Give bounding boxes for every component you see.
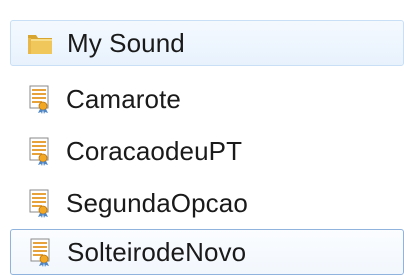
list-item-my-sound[interactable]: My Sound bbox=[10, 20, 404, 66]
item-label: CoracaodeuPT bbox=[66, 135, 243, 166]
list-item-segundaopcao[interactable]: SegundaOpcao bbox=[10, 180, 404, 226]
item-label: SolteirodeNovo bbox=[67, 236, 247, 267]
media-file-icon bbox=[29, 85, 49, 114]
file-list: My Sound Camarote CoracaodeuPT SegundaOp… bbox=[0, 0, 404, 275]
item-label: SegundaOpcao bbox=[66, 187, 248, 218]
item-label: My Sound bbox=[67, 27, 185, 58]
list-item-coracaodeupt[interactable]: CoracaodeuPT bbox=[10, 128, 404, 174]
list-item-camarote[interactable]: Camarote bbox=[10, 76, 404, 122]
folder-icon bbox=[28, 35, 52, 54]
item-label: Camarote bbox=[66, 83, 181, 114]
list-item-solteirodenovo[interactable]: SolteirodeNovo bbox=[10, 229, 404, 275]
media-file-icon bbox=[30, 238, 50, 267]
media-file-icon bbox=[29, 137, 49, 166]
media-file-icon bbox=[29, 189, 49, 218]
